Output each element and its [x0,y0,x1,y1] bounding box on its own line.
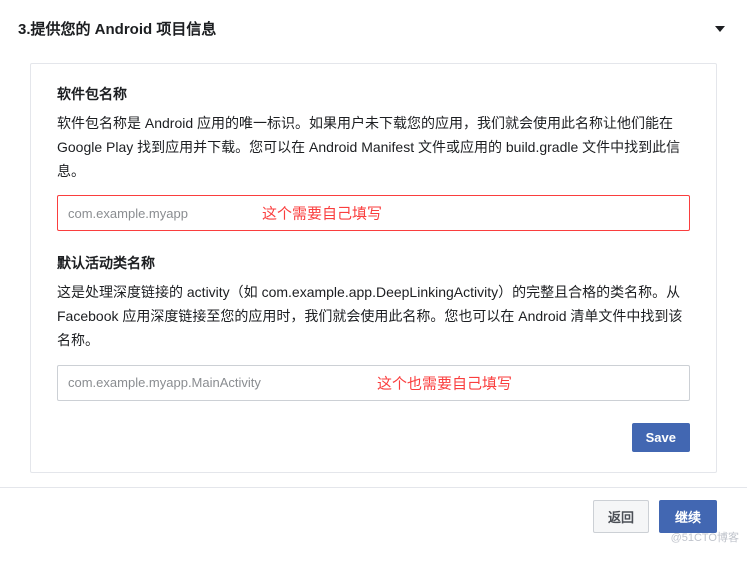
section-header[interactable]: 3.提供您的 Android 项目信息 [0,0,747,53]
default-activity-label: 默认活动类名称 [57,253,690,273]
default-activity-help: 这是处理深度链接的 activity（如 com.example.app.Dee… [57,281,690,352]
default-activity-field: 默认活动类名称 这是处理深度链接的 activity（如 com.example… [57,253,690,400]
footer-bar: 返回 继续 @51CTO博客 [0,487,747,533]
activity-input-wrap: 这个也需要自己填写 [57,365,690,401]
package-name-label: 软件包名称 [57,84,690,104]
watermark: @51CTO博客 [671,529,739,545]
form-card: 软件包名称 软件包名称是 Android 应用的唯一标识。如果用户未下载您的应用… [30,63,717,473]
default-activity-input[interactable] [57,365,690,401]
section-title: 3.提供您的 Android 项目信息 [18,18,216,39]
save-row: Save [57,423,690,452]
package-input-wrap: 这个需要自己填写 [57,195,690,231]
back-button[interactable]: 返回 [593,500,649,533]
package-name-input[interactable] [57,195,690,231]
caret-down-icon [715,26,725,32]
package-name-field: 软件包名称 软件包名称是 Android 应用的唯一标识。如果用户未下载您的应用… [57,84,690,231]
save-button[interactable]: Save [632,423,690,452]
package-name-help: 软件包名称是 Android 应用的唯一标识。如果用户未下载您的应用，我们就会使… [57,112,690,183]
